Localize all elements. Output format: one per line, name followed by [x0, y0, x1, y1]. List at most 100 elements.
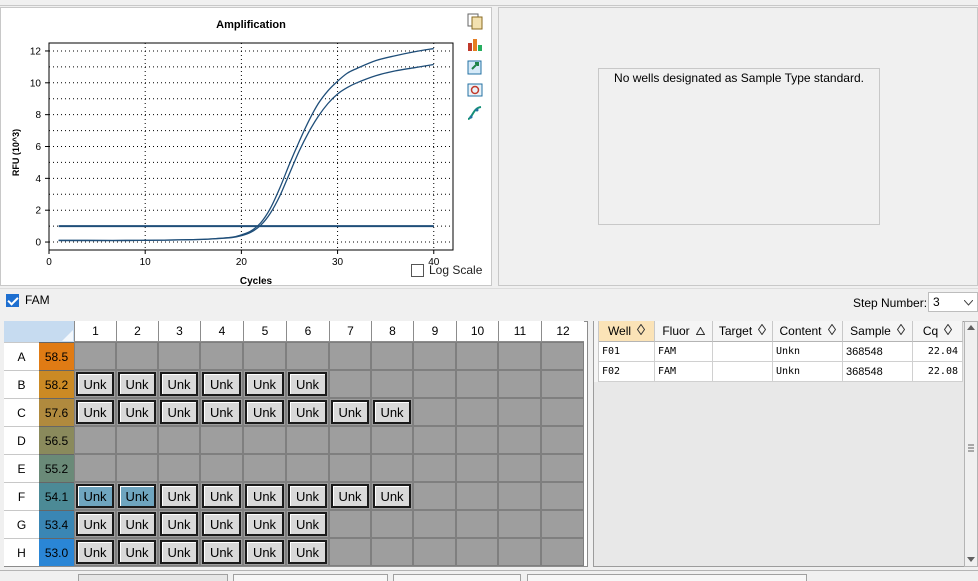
plate-well-unknown[interactable]: Unk: [288, 400, 327, 424]
cell-target[interactable]: [713, 342, 773, 362]
cell-content[interactable]: Unkn: [773, 362, 843, 382]
plate-well[interactable]: [158, 454, 200, 482]
plate-column-header[interactable]: 7: [329, 321, 371, 342]
plate-well[interactable]: [116, 426, 158, 454]
bottom-tab-4[interactable]: [527, 574, 807, 581]
plate-well[interactable]: [413, 482, 456, 510]
plate-well[interactable]: [498, 426, 541, 454]
cell-sample[interactable]: 368548: [843, 342, 913, 362]
plate-well-unknown[interactable]: Unk: [288, 484, 327, 508]
plate-well[interactable]: [413, 426, 456, 454]
plate-well[interactable]: [456, 342, 498, 370]
plate-well[interactable]: [371, 342, 413, 370]
plate-well-unknown[interactable]: Unk: [160, 512, 198, 536]
plate-well[interactable]: [413, 454, 456, 482]
plate-well[interactable]: [371, 426, 413, 454]
plate-well[interactable]: [158, 342, 200, 370]
plate-well[interactable]: [541, 398, 584, 426]
plate-well[interactable]: [74, 342, 116, 370]
plate-well[interactable]: [413, 538, 456, 566]
plate-column-header[interactable]: 1: [74, 321, 116, 342]
plate-well-unknown[interactable]: Unk: [331, 400, 369, 424]
plate-well[interactable]: [498, 398, 541, 426]
plate-well[interactable]: [329, 454, 371, 482]
plate-row-header[interactable]: B: [4, 370, 39, 398]
plate-well-unknown[interactable]: Unk: [118, 484, 156, 508]
plate-row-header[interactable]: A: [4, 342, 39, 370]
chart-settings-icon[interactable]: [464, 33, 486, 55]
column-header-fluor[interactable]: Fluor: [655, 321, 713, 342]
cell-cq[interactable]: 22.08: [913, 362, 963, 382]
plate-well[interactable]: [243, 454, 286, 482]
plate-well-unknown[interactable]: Unk: [160, 400, 198, 424]
cell-sample[interactable]: 368548: [843, 362, 913, 382]
plate-row-header[interactable]: G: [4, 510, 39, 538]
column-header-content[interactable]: Content: [773, 321, 843, 342]
cell-target[interactable]: [713, 362, 773, 382]
zoom-icon[interactable]: [464, 79, 486, 101]
plate-well[interactable]: [456, 454, 498, 482]
log-scale-checkbox[interactable]: [411, 263, 424, 277]
plate-well-unknown[interactable]: Unk: [245, 484, 284, 508]
bottom-tab-1[interactable]: [78, 574, 228, 581]
plate-well[interactable]: [200, 426, 243, 454]
plate-well[interactable]: [116, 454, 158, 482]
plate-well-unknown[interactable]: Unk: [331, 484, 369, 508]
plate-well[interactable]: [541, 370, 584, 398]
plate-well[interactable]: [116, 342, 158, 370]
plate-row-header[interactable]: D: [4, 426, 39, 454]
plate-well[interactable]: [371, 510, 413, 538]
plate-well-unknown[interactable]: Unk: [288, 512, 327, 536]
step-number-select[interactable]: 3: [928, 292, 978, 312]
cell-content[interactable]: Unkn: [773, 342, 843, 362]
plate-well-unknown[interactable]: Unk: [288, 372, 327, 396]
plate-column-header[interactable]: 8: [371, 321, 413, 342]
plate-well-unknown[interactable]: Unk: [76, 372, 114, 396]
bottom-tab-3[interactable]: [393, 574, 521, 581]
plate-well-unknown[interactable]: Unk: [76, 400, 114, 424]
plate-row-header[interactable]: H: [4, 538, 39, 566]
plate-well[interactable]: [541, 482, 584, 510]
plate-well[interactable]: [498, 538, 541, 566]
plate-column-header[interactable]: 6: [286, 321, 329, 342]
plate-column-header[interactable]: 3: [158, 321, 200, 342]
plate-well[interactable]: [371, 538, 413, 566]
plate-column-header[interactable]: 10: [456, 321, 498, 342]
results-scrollbar[interactable]: [964, 321, 978, 567]
plate-well[interactable]: [541, 538, 584, 566]
plate-well-unknown[interactable]: Unk: [160, 484, 198, 508]
plate-well[interactable]: [456, 482, 498, 510]
plate-well[interactable]: [413, 510, 456, 538]
plate-row-header[interactable]: C: [4, 398, 39, 426]
plate-well[interactable]: [74, 426, 116, 454]
plate-well-unknown[interactable]: Unk: [202, 512, 241, 536]
plate-well[interactable]: [329, 538, 371, 566]
plate-well-unknown[interactable]: Unk: [160, 372, 198, 396]
column-header-target[interactable]: Target: [713, 321, 773, 342]
plate-well-unknown[interactable]: Unk: [245, 540, 284, 564]
log-scale-toggle[interactable]: Log Scale: [411, 263, 482, 277]
plate-well[interactable]: [498, 370, 541, 398]
cell-fluor[interactable]: FAM: [655, 342, 713, 362]
fluor-fam-toggle[interactable]: FAM: [6, 293, 50, 307]
plate-well-unknown[interactable]: Unk: [288, 540, 327, 564]
plate-column-header[interactable]: 11: [498, 321, 541, 342]
curve-fit-icon[interactable]: [464, 102, 486, 124]
plate-well-unknown[interactable]: Unk: [202, 372, 241, 396]
plate-well[interactable]: [456, 426, 498, 454]
column-header-well[interactable]: Well: [599, 321, 655, 342]
plate-column-header[interactable]: 4: [200, 321, 243, 342]
column-header-cq[interactable]: Cq: [913, 321, 963, 342]
plate-well[interactable]: [413, 342, 456, 370]
plate-well[interactable]: [243, 342, 286, 370]
plate-well[interactable]: [456, 398, 498, 426]
plate-row-header[interactable]: E: [4, 454, 39, 482]
plate-well-unknown[interactable]: Unk: [373, 484, 411, 508]
plate-well[interactable]: [371, 454, 413, 482]
plate-well[interactable]: [498, 482, 541, 510]
export-icon[interactable]: [464, 56, 486, 78]
plate-well[interactable]: [541, 510, 584, 538]
column-header-sample[interactable]: Sample: [843, 321, 913, 342]
plate-well[interactable]: [200, 454, 243, 482]
plate-well[interactable]: [329, 426, 371, 454]
